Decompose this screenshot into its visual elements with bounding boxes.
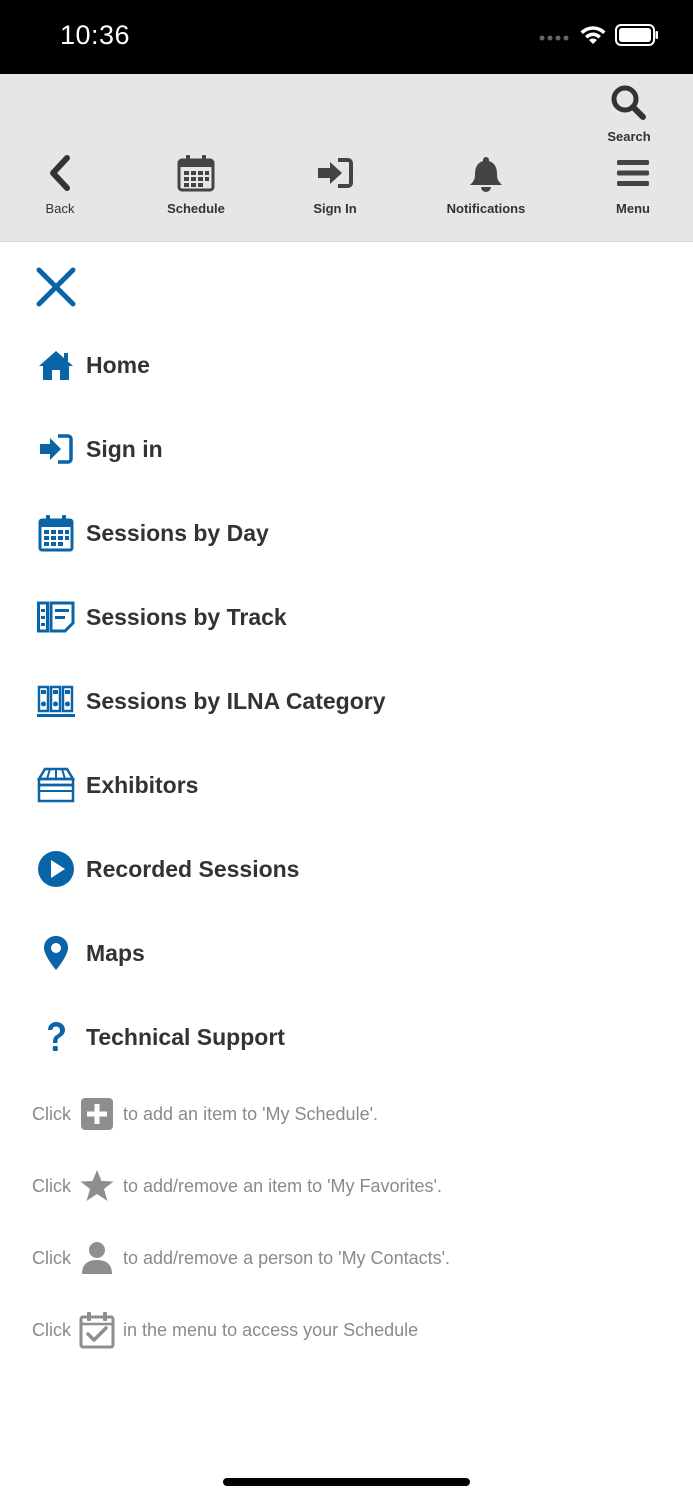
star-icon — [77, 1166, 117, 1206]
chevron-left-icon — [45, 154, 75, 197]
help-add-favorites: Click to add/remove an item to 'My Favor… — [32, 1166, 442, 1206]
notifications-label: Notifications — [446, 201, 526, 216]
sign-in-icon — [316, 154, 354, 197]
help-text: to add/remove an item to 'My Favorites'. — [123, 1175, 442, 1196]
play-icon — [36, 849, 76, 889]
menu-item-exhibitors[interactable]: Exhibitors — [36, 755, 656, 815]
menu-item-maps[interactable]: Maps — [36, 923, 656, 983]
hamburger-icon — [614, 154, 652, 197]
menu-item-label: Exhibitors — [86, 771, 199, 798]
booth-icon — [36, 765, 76, 805]
notifications-button[interactable]: Notifications — [440, 154, 532, 216]
status-bar: 10:36 — [0, 0, 693, 74]
menu-item-sessions-by-day[interactable]: Sessions by Day — [36, 503, 656, 563]
search-label: Search — [607, 129, 651, 144]
back-label: Back — [45, 201, 75, 216]
back-button[interactable]: Back — [30, 154, 90, 216]
menu-item-sessions-by-ilna-category[interactable]: Sessions by ILNA Category — [36, 671, 656, 731]
sign-in-button[interactable]: Sign In — [302, 154, 368, 216]
calendar-check-icon — [77, 1310, 117, 1350]
home-indicator — [223, 1478, 470, 1486]
close-button[interactable] — [34, 265, 78, 309]
help-access-schedule: Click in the menu to access your Schedul… — [32, 1310, 418, 1350]
menu-item-sign-in[interactable]: Sign in — [36, 419, 656, 479]
status-time: 10:36 — [60, 20, 131, 50]
menu-item-sessions-by-track[interactable]: Sessions by Track — [36, 587, 656, 647]
search-icon — [610, 84, 648, 125]
help-click-label: Click — [32, 1319, 71, 1340]
menu-item-label: Recorded Sessions — [86, 855, 300, 882]
menu-label: Menu — [616, 201, 650, 216]
bell-icon — [467, 154, 505, 197]
status-icons — [539, 24, 659, 51]
menu-item-label: Sign in — [86, 435, 163, 462]
schedule-label: Schedule — [167, 201, 225, 216]
help-add-schedule: Click to add an item to 'My Schedule'. — [32, 1094, 378, 1134]
person-icon — [77, 1238, 117, 1278]
calendar-icon — [177, 154, 215, 197]
menu-item-label: Sessions by Track — [86, 603, 287, 630]
schedule-button[interactable]: Schedule — [160, 154, 232, 216]
question-icon — [36, 1017, 76, 1057]
help-click-label: Click — [32, 1247, 71, 1268]
menu-item-label: Technical Support — [86, 1023, 285, 1050]
calendar-icon — [36, 513, 76, 553]
map-pin-icon — [36, 933, 76, 973]
help-text: to add an item to 'My Schedule'. — [123, 1103, 379, 1124]
help-add-contacts: Click to add/remove a person to 'My Cont… — [32, 1238, 450, 1278]
help-text: in the menu to access your Schedule — [123, 1319, 419, 1340]
sign-in-icon — [36, 429, 76, 469]
menu-item-technical-support[interactable]: Technical Support — [36, 1007, 656, 1067]
wifi-icon — [579, 24, 607, 51]
menu-item-home[interactable]: Home — [36, 335, 656, 395]
home-icon — [36, 345, 76, 385]
menu-button[interactable]: Menu — [604, 154, 662, 216]
menu-item-label: Maps — [86, 939, 145, 966]
battery-icon — [615, 24, 659, 51]
help-click-label: Click — [32, 1175, 71, 1196]
toolbar: Search Back Schedule Sign In Notificatio… — [0, 74, 693, 242]
binders-icon — [36, 681, 76, 721]
menu-item-label: Sessions by Day — [86, 519, 269, 546]
close-icon — [34, 267, 78, 313]
plus-box-icon — [77, 1094, 117, 1134]
menu-item-label: Sessions by ILNA Category — [86, 687, 386, 714]
menu-item-recorded-sessions[interactable]: Recorded Sessions — [36, 839, 656, 899]
signal-icon — [539, 29, 571, 47]
menu-item-label: Home — [86, 351, 150, 378]
sign-in-label: Sign In — [313, 201, 357, 216]
help-text: to add/remove a person to 'My Contacts'. — [123, 1247, 451, 1268]
search-button[interactable]: Search — [600, 84, 658, 144]
track-list-icon — [36, 597, 76, 637]
help-click-label: Click — [32, 1103, 71, 1124]
